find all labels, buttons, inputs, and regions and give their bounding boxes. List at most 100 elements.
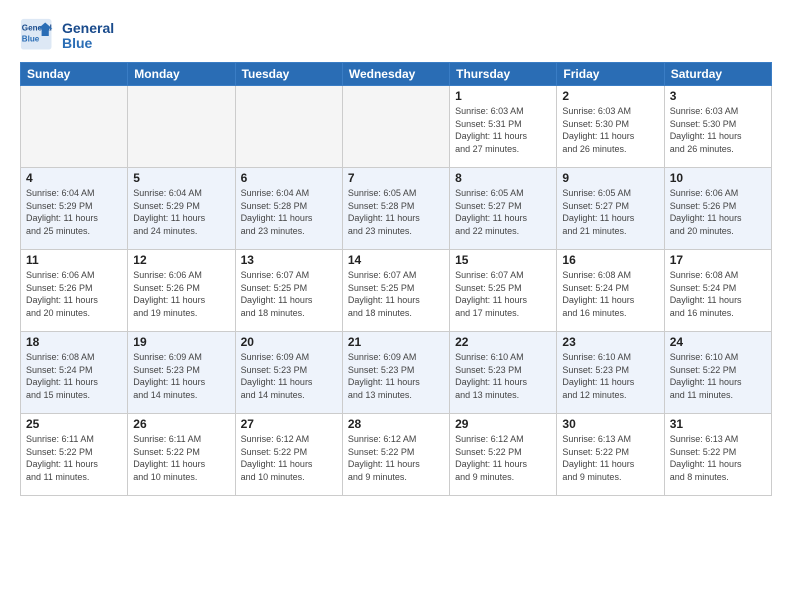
day-number: 25 xyxy=(26,417,122,431)
day-info: Sunrise: 6:05 AMSunset: 5:27 PMDaylight:… xyxy=(455,187,551,237)
day-number: 1 xyxy=(455,89,551,103)
day-number: 4 xyxy=(26,171,122,185)
calendar-cell: 4 Sunrise: 6:04 AMSunset: 5:29 PMDaylight… xyxy=(21,168,128,250)
day-info: Sunrise: 6:03 AMSunset: 5:30 PMDaylight:… xyxy=(670,105,766,155)
calendar-cell: 15 Sunrise: 6:07 AMSunset: 5:25 PMDayligh… xyxy=(450,250,557,332)
day-number: 17 xyxy=(670,253,766,267)
day-info: Sunrise: 6:04 AMSunset: 5:29 PMDaylight:… xyxy=(133,187,229,237)
calendar-cell: 30 Sunrise: 6:13 AMSunset: 5:22 PMDayligh… xyxy=(557,414,664,496)
day-info: Sunrise: 6:05 AMSunset: 5:27 PMDaylight:… xyxy=(562,187,658,237)
calendar-cell xyxy=(21,86,128,168)
calendar-cell: 14 Sunrise: 6:07 AMSunset: 5:25 PMDayligh… xyxy=(342,250,449,332)
calendar-cell xyxy=(128,86,235,168)
calendar-cell: 19Sunrise: 6:09 AMSunset: 5:23 PMDayligh… xyxy=(128,332,235,414)
day-number: 14 xyxy=(348,253,444,267)
day-number: 24 xyxy=(670,335,766,349)
weekday-header: Wednesday xyxy=(342,63,449,86)
day-number: 22 xyxy=(455,335,551,349)
calendar-cell: 2 Sunrise: 6:03 AMSunset: 5:30 PMDaylight… xyxy=(557,86,664,168)
day-number: 15 xyxy=(455,253,551,267)
calendar-cell: 11Sunrise: 6:06 AMSunset: 5:26 PMDayligh… xyxy=(21,250,128,332)
day-number: 8 xyxy=(455,171,551,185)
day-number: 30 xyxy=(562,417,658,431)
day-number: 31 xyxy=(670,417,766,431)
day-info: Sunrise: 6:08 AMSunset: 5:24 PMDaylight:… xyxy=(670,269,766,319)
page: General Blue GeneralBlue SundayMondayTue… xyxy=(0,0,792,612)
day-number: 27 xyxy=(241,417,337,431)
day-number: 18 xyxy=(26,335,122,349)
weekday-header: Friday xyxy=(557,63,664,86)
calendar-week-row: 18 Sunrise: 6:08 AMSunset: 5:24 PMDayligh… xyxy=(21,332,772,414)
calendar-cell: 26 Sunrise: 6:11 AMSunset: 5:22 PMDayligh… xyxy=(128,414,235,496)
day-info: Sunrise: 6:09 AMSunset: 5:23 PMDaylight:… xyxy=(348,351,444,401)
calendar-cell: 3 Sunrise: 6:03 AMSunset: 5:30 PMDaylight… xyxy=(664,86,771,168)
calendar-cell: 27 Sunrise: 6:12 AMSunset: 5:22 PMDayligh… xyxy=(235,414,342,496)
calendar-cell: 31 Sunrise: 6:13 AMSunset: 5:22 PMDayligh… xyxy=(664,414,771,496)
calendar-header-row: SundayMondayTuesdayWednesdayThursdayFrid… xyxy=(21,63,772,86)
day-info: Sunrise: 6:06 AMSunset: 5:26 PMDaylight:… xyxy=(670,187,766,237)
day-number: 28 xyxy=(348,417,444,431)
day-number: 26 xyxy=(133,417,229,431)
calendar-cell: 12Sunrise: 6:06 AMSunset: 5:26 PMDayligh… xyxy=(128,250,235,332)
day-info: Sunrise: 6:04 AMSunset: 5:28 PMDaylight:… xyxy=(241,187,337,237)
day-info: Sunrise: 6:11 AMSunset: 5:22 PMDaylight:… xyxy=(133,433,229,483)
calendar-cell: 5 Sunrise: 6:04 AMSunset: 5:29 PMDaylight… xyxy=(128,168,235,250)
day-info: Sunrise: 6:03 AMSunset: 5:30 PMDaylight:… xyxy=(562,105,658,155)
calendar-cell: 1 Sunrise: 6:03 AMSunset: 5:31 PMDaylight… xyxy=(450,86,557,168)
calendar-week-row: 4 Sunrise: 6:04 AMSunset: 5:29 PMDaylight… xyxy=(21,168,772,250)
day-number: 23 xyxy=(562,335,658,349)
calendar-cell: 23Sunrise: 6:10 AMSunset: 5:23 PMDayligh… xyxy=(557,332,664,414)
header: General Blue GeneralBlue xyxy=(20,18,772,54)
day-info: Sunrise: 6:05 AMSunset: 5:28 PMDaylight:… xyxy=(348,187,444,237)
calendar-cell: 20 Sunrise: 6:09 AMSunset: 5:23 PMDayligh… xyxy=(235,332,342,414)
calendar-cell: 8 Sunrise: 6:05 AMSunset: 5:27 PMDaylight… xyxy=(450,168,557,250)
calendar-cell: 18 Sunrise: 6:08 AMSunset: 5:24 PMDayligh… xyxy=(21,332,128,414)
day-number: 6 xyxy=(241,171,337,185)
calendar-week-row: 11Sunrise: 6:06 AMSunset: 5:26 PMDayligh… xyxy=(21,250,772,332)
day-info: Sunrise: 6:13 AMSunset: 5:22 PMDaylight:… xyxy=(562,433,658,483)
calendar-cell: 13 Sunrise: 6:07 AMSunset: 5:25 PMDayligh… xyxy=(235,250,342,332)
day-info: Sunrise: 6:12 AMSunset: 5:22 PMDaylight:… xyxy=(241,433,337,483)
calendar-cell: 29Sunrise: 6:12 AMSunset: 5:22 PMDayligh… xyxy=(450,414,557,496)
day-number: 5 xyxy=(133,171,229,185)
calendar-cell xyxy=(342,86,449,168)
day-info: Sunrise: 6:08 AMSunset: 5:24 PMDaylight:… xyxy=(562,269,658,319)
calendar-cell: 7Sunrise: 6:05 AMSunset: 5:28 PMDaylight… xyxy=(342,168,449,250)
day-number: 20 xyxy=(241,335,337,349)
weekday-header: Monday xyxy=(128,63,235,86)
day-info: Sunrise: 6:06 AMSunset: 5:26 PMDaylight:… xyxy=(26,269,122,319)
calendar-cell: 28Sunrise: 6:12 AMSunset: 5:22 PMDayligh… xyxy=(342,414,449,496)
day-number: 2 xyxy=(562,89,658,103)
day-number: 12 xyxy=(133,253,229,267)
logo: General Blue GeneralBlue xyxy=(20,18,114,54)
day-number: 29 xyxy=(455,417,551,431)
day-info: Sunrise: 6:09 AMSunset: 5:23 PMDaylight:… xyxy=(241,351,337,401)
svg-text:Blue: Blue xyxy=(22,34,40,43)
day-info: Sunrise: 6:07 AMSunset: 5:25 PMDaylight:… xyxy=(455,269,551,319)
day-info: Sunrise: 6:10 AMSunset: 5:22 PMDaylight:… xyxy=(670,351,766,401)
day-number: 9 xyxy=(562,171,658,185)
day-info: Sunrise: 6:08 AMSunset: 5:24 PMDaylight:… xyxy=(26,351,122,401)
logo-text: GeneralBlue xyxy=(62,21,114,52)
day-info: Sunrise: 6:04 AMSunset: 5:29 PMDaylight:… xyxy=(26,187,122,237)
calendar-week-row: 25 Sunrise: 6:11 AMSunset: 5:22 PMDayligh… xyxy=(21,414,772,496)
day-number: 10 xyxy=(670,171,766,185)
calendar-cell: 9 Sunrise: 6:05 AMSunset: 5:27 PMDaylight… xyxy=(557,168,664,250)
weekday-header: Sunday xyxy=(21,63,128,86)
calendar-cell: 16Sunrise: 6:08 AMSunset: 5:24 PMDayligh… xyxy=(557,250,664,332)
day-info: Sunrise: 6:13 AMSunset: 5:22 PMDaylight:… xyxy=(670,433,766,483)
weekday-header: Tuesday xyxy=(235,63,342,86)
calendar-cell: 17 Sunrise: 6:08 AMSunset: 5:24 PMDayligh… xyxy=(664,250,771,332)
day-info: Sunrise: 6:07 AMSunset: 5:25 PMDaylight:… xyxy=(241,269,337,319)
day-number: 13 xyxy=(241,253,337,267)
calendar-week-row: 1 Sunrise: 6:03 AMSunset: 5:31 PMDaylight… xyxy=(21,86,772,168)
day-info: Sunrise: 6:11 AMSunset: 5:22 PMDaylight:… xyxy=(26,433,122,483)
calendar-cell: 10 Sunrise: 6:06 AMSunset: 5:26 PMDayligh… xyxy=(664,168,771,250)
day-info: Sunrise: 6:03 AMSunset: 5:31 PMDaylight:… xyxy=(455,105,551,155)
day-number: 3 xyxy=(670,89,766,103)
day-info: Sunrise: 6:07 AMSunset: 5:25 PMDaylight:… xyxy=(348,269,444,319)
weekday-header: Thursday xyxy=(450,63,557,86)
day-number: 19 xyxy=(133,335,229,349)
calendar: SundayMondayTuesdayWednesdayThursdayFrid… xyxy=(20,62,772,496)
calendar-cell: 25 Sunrise: 6:11 AMSunset: 5:22 PMDayligh… xyxy=(21,414,128,496)
